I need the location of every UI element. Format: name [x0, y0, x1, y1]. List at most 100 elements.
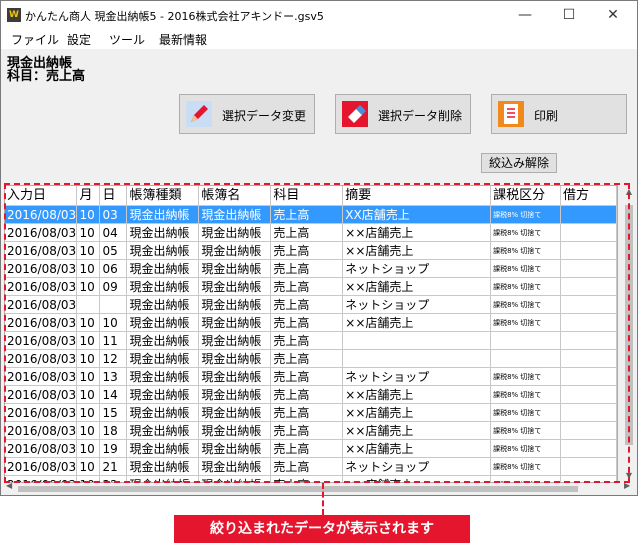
cell-description: ××店舗売上: [342, 385, 492, 404]
cell-account: 売上高: [270, 403, 344, 422]
cell-description: ××店舗売上: [342, 475, 492, 482]
table-row[interactable]: 2016/08/03 10 18 現金出納帳 現金出納帳 売上高 ××店舗売上 課税8% 切捨…: [5, 421, 617, 440]
cell-month: 10: [76, 439, 101, 458]
cell-description: [342, 349, 492, 368]
cell-book-type: 現金出納帳: [126, 457, 200, 476]
cell-description: ネットショップ: [342, 367, 492, 386]
scroll-down-icon[interactable]: ▼: [622, 471, 636, 480]
menu-tools[interactable]: ツール: [109, 31, 145, 48]
cell-book-name: 現金出納帳: [198, 439, 272, 458]
cell-tax-category: 課税8% 切捨て: [490, 205, 562, 224]
cell-account: 売上高: [270, 205, 344, 224]
col-header-debit[interactable]: 借方: [560, 186, 617, 206]
cell-tax-category: 課税8% 切捨て: [490, 259, 562, 278]
cell-account: 売上高: [270, 223, 344, 242]
account-title: 科目：売上高: [7, 69, 86, 84]
cell-month: 10: [76, 457, 101, 476]
menu-news[interactable]: 最新情報: [159, 31, 207, 48]
table-row[interactable]: 2016/08/03 10 03 現金出納帳 現金出納帳 売上高 XX店舗売上 課税8% 切捨…: [5, 205, 617, 224]
table-row[interactable]: 2016/08/03 10 10 現金出納帳 現金出納帳 売上高 ××店舗売上 課税8% 切捨…: [5, 313, 617, 332]
cell-book-name: 現金出納帳: [198, 367, 272, 386]
cell-book-name: 現金出納帳: [198, 205, 272, 224]
cell-book-name: 現金出納帳: [198, 421, 272, 440]
eraser-icon: [342, 101, 368, 127]
cell-book-name: 現金出納帳: [198, 241, 272, 260]
scroll-left-icon[interactable]: ◀: [6, 481, 12, 490]
table-row[interactable]: 2016/08/03 10 06 現金出納帳 現金出納帳 売上高 ネットショップ 課税8% 切…: [5, 259, 617, 278]
cell-description: ××店舗売上: [342, 223, 492, 242]
cell-tax-category: 課税8% 切捨て: [490, 385, 562, 404]
table-row[interactable]: 2016/08/03 10 11 現金出納帳 現金出納帳 売上高: [5, 331, 617, 350]
table-row[interactable]: 2016/08/03 10 04 現金出納帳 現金出納帳 売上高 ××店舗売上 課税8% 切捨…: [5, 223, 617, 242]
vertical-scroll-thumb[interactable]: [625, 205, 633, 445]
title-bar: W かんたん商人 現金出納帳5 - 2016株式会社アキンドー.gsv5 — ☐…: [1, 1, 637, 29]
cell-month: 10: [76, 241, 101, 260]
maximize-button[interactable]: ☐: [547, 1, 591, 29]
cell-tax-category: 課税8% 切捨て: [490, 403, 562, 422]
col-header-day[interactable]: 日: [99, 186, 128, 206]
cell-account: 売上高: [270, 295, 344, 314]
col-header-month[interactable]: 月: [76, 186, 101, 206]
col-header-account[interactable]: 科目: [270, 186, 344, 206]
table-row[interactable]: 2016/08/03 10 15 現金出納帳 現金出納帳 売上高 ××店舗売上 課税8% 切捨…: [5, 403, 617, 422]
cell-tax-category: 課税8% 切捨て: [490, 295, 562, 314]
cell-description: ××店舗売上: [342, 277, 492, 296]
cell-day: 04: [99, 223, 128, 242]
menu-file[interactable]: ファイル: [11, 31, 59, 48]
col-header-book-name[interactable]: 帳簿名: [198, 186, 272, 206]
table-header-row: 入力日 月 日 帳簿種類 帳簿名 科目 摘要 課税区分 借方: [5, 186, 617, 206]
menu-settings[interactable]: 設定: [67, 31, 91, 48]
cell-description: XX店舗売上: [342, 205, 492, 224]
clear-filter-button[interactable]: 絞込み解除: [481, 153, 557, 173]
cell-tax-category: 課税8% 切捨て: [490, 277, 562, 296]
cell-account: 売上高: [270, 349, 344, 368]
table-row[interactable]: 2016/08/03 10 12 現金出納帳 現金出納帳 売上高: [5, 349, 617, 368]
close-button[interactable]: ✕: [591, 1, 635, 29]
minimize-button[interactable]: —: [503, 1, 547, 29]
cell-debit: [560, 241, 617, 260]
callout-connector: [322, 483, 324, 515]
delete-selected-button[interactable]: 選択データ削除: [335, 94, 471, 134]
edit-selected-button[interactable]: 選択データ変更: [179, 94, 315, 134]
cell-month: 10: [76, 421, 101, 440]
cell-description: ××店舗売上: [342, 241, 492, 260]
scroll-up-icon[interactable]: ▲: [622, 187, 636, 196]
callout-label: 絞り込まれたデータが表示されます: [174, 515, 470, 543]
col-header-book-type[interactable]: 帳簿種類: [126, 186, 200, 206]
col-header-input-date[interactable]: 入力日: [5, 186, 78, 206]
cell-debit: [560, 457, 617, 476]
table-row[interactable]: 2016/08/03 10 14 現金出納帳 現金出納帳 売上高 ××店舗売上 課税8% 切捨…: [5, 385, 617, 404]
cell-month: 10: [76, 259, 101, 278]
table-row[interactable]: 2016/08/031022現金出納帳現金出納帳売上高××店舗売上課税8% 切捨…: [5, 475, 617, 482]
cell-input-date: 2016/08/03: [5, 457, 78, 476]
cell-input-date: 2016/08/03: [5, 367, 78, 386]
cell-month: 10: [76, 205, 101, 224]
table-row[interactable]: 2016/08/03 10 09 現金出納帳 現金出納帳 売上高 ××店舗売上 課税8% 切捨…: [5, 277, 617, 296]
table-row[interactable]: 2016/08/03 10 19 現金出納帳 現金出納帳 売上高 ××店舗売上 課税8% 切捨…: [5, 439, 617, 458]
col-header-description[interactable]: 摘要: [342, 186, 492, 206]
table-row[interactable]: 2016/08/03 10 05 現金出納帳 現金出納帳 売上高 ××店舗売上 課税8% 切捨…: [5, 241, 617, 260]
app-icon: W: [7, 8, 21, 22]
scroll-right-icon[interactable]: ▶: [624, 481, 630, 490]
table-row[interactable]: 2016/08/03 10 21 現金出納帳 現金出納帳 売上高 ネットショップ 課税8% 切…: [5, 457, 617, 476]
cell-debit: [560, 223, 617, 242]
horizontal-scrollbar[interactable]: ◀ ▶: [4, 481, 636, 495]
horizontal-scroll-thumb[interactable]: [18, 486, 578, 492]
col-header-tax-category[interactable]: 課税区分: [490, 186, 562, 206]
table-row[interactable]: 2016/08/03 10 13 現金出納帳 現金出納帳 売上高 ネットショップ 課税8% 切…: [5, 367, 617, 386]
cell-book-name: 現金出納帳: [198, 385, 272, 404]
cell-input-date: 2016/08/03: [5, 205, 78, 224]
cell-month: 10: [76, 331, 101, 350]
window-title: かんたん商人 現金出納帳5 - 2016株式会社アキンドー.gsv5: [25, 10, 324, 23]
cell-book-type: 現金出納帳: [126, 475, 200, 482]
cell-input-date: 2016/08/03: [5, 403, 78, 422]
cell-account: 売上高: [270, 331, 344, 350]
print-button[interactable]: 印刷: [491, 94, 627, 134]
vertical-scrollbar[interactable]: ▲ ▼: [622, 185, 636, 483]
cell-book-type: 現金出納帳: [126, 331, 200, 350]
cell-account: 売上高: [270, 475, 344, 482]
cell-day: 12: [99, 349, 128, 368]
table-row[interactable]: 2016/08/03 現金出納帳 現金出納帳 売上高 ネットショップ 課税8% 切捨て: [5, 295, 617, 314]
cell-book-type: 現金出納帳: [126, 241, 200, 260]
cell-tax-category: 課税8% 切捨て: [490, 457, 562, 476]
